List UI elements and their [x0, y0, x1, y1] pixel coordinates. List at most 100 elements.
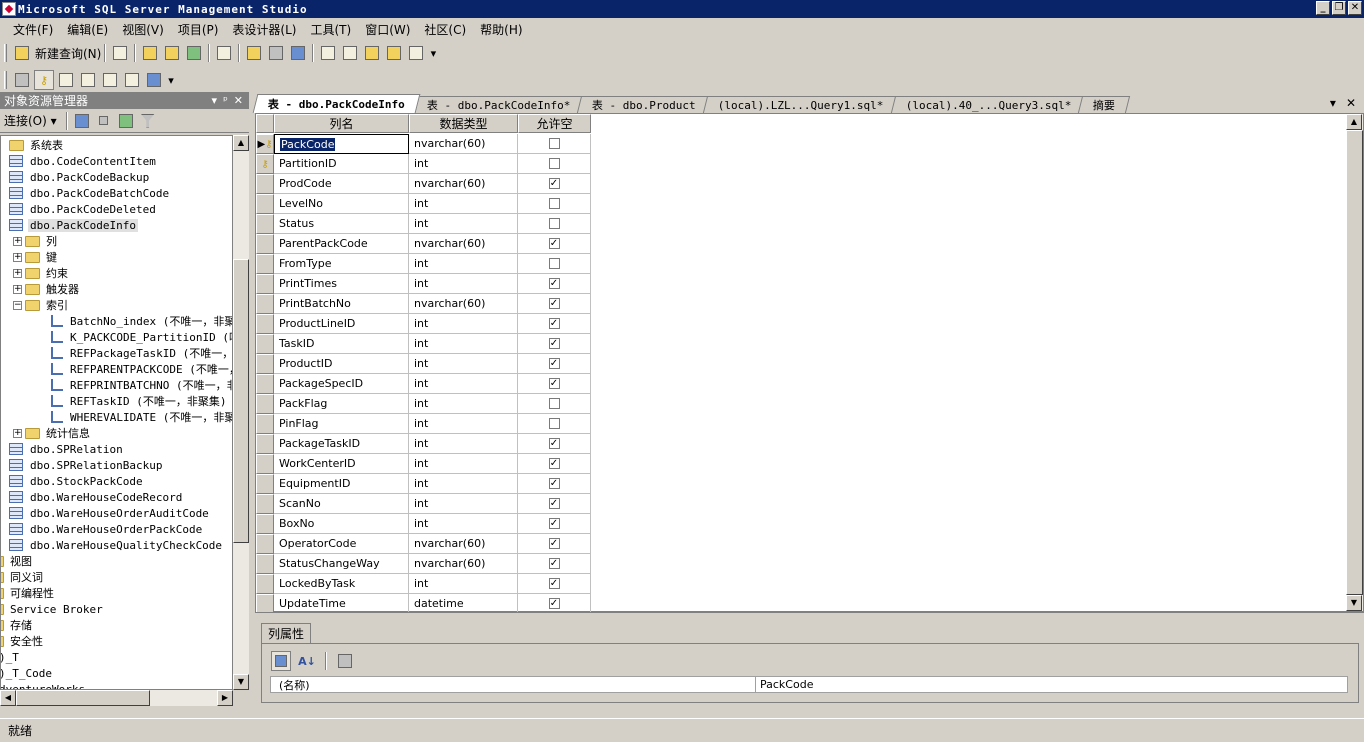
scroll-thumb[interactable]	[16, 690, 150, 706]
document-tab[interactable]: 表 - dbo.PackCodeInfo*	[411, 96, 586, 113]
tree-node[interactable]: dbo.SPRelationBackup	[9, 457, 164, 473]
tree-node[interactable]: 存储	[1, 617, 34, 633]
column-name-cell[interactable]: ParentPackCode	[274, 234, 409, 254]
row-selector[interactable]	[256, 534, 274, 554]
data-type-cell[interactable]: int	[409, 514, 518, 534]
tree-node[interactable]: dbo.SPRelation	[9, 441, 125, 457]
allow-nulls-checkbox[interactable]: ✓	[548, 538, 560, 549]
row-selector[interactable]	[256, 314, 274, 334]
property-value[interactable]: PackCode	[756, 677, 1347, 692]
tree-node[interactable]: Service Broker	[1, 601, 105, 617]
scroll-thumb[interactable]	[1346, 130, 1363, 595]
row-selector[interactable]	[256, 274, 274, 294]
data-type-cell[interactable]: nvarchar(60)	[409, 174, 518, 194]
column-name-cell[interactable]: PackageTaskID	[274, 434, 409, 454]
column-name-cell[interactable]: PinFlag	[274, 414, 409, 434]
data-type-cell[interactable]: int	[409, 394, 518, 414]
manage-xml-indexes-icon[interactable]	[122, 70, 142, 90]
column-name-cell[interactable]: BoxNo	[274, 514, 409, 534]
tree-node[interactable]: dbo.WareHouseOrderPackCode	[9, 521, 204, 537]
menu-item-5[interactable]: 工具(T)	[303, 21, 358, 38]
scroll-down-button[interactable]: ▼	[1346, 595, 1362, 611]
data-type-cell[interactable]: nvarchar(60)	[409, 294, 518, 314]
data-type-cell[interactable]: datetime	[409, 594, 518, 614]
row-selector[interactable]	[256, 474, 274, 494]
data-type-cell[interactable]: int	[409, 374, 518, 394]
column-name-cell[interactable]: ScanNo	[274, 494, 409, 514]
generate-change-script-icon[interactable]	[12, 70, 32, 90]
new-project-icon[interactable]	[214, 43, 234, 63]
registered-servers-icon[interactable]	[318, 43, 338, 63]
column-name-cell[interactable]: PrintTimes	[274, 274, 409, 294]
property-row[interactable]: (名称) PackCode	[270, 676, 1348, 693]
data-type-cell[interactable]: int	[409, 474, 518, 494]
document-tab[interactable]: (local).40_...Query3.sql*	[890, 96, 1087, 113]
document-tab[interactable]: 表 - dbo.PackCodeInfo	[252, 94, 421, 113]
disconnect-icon[interactable]	[72, 111, 92, 131]
tree-node[interactable]: 系统表	[9, 137, 65, 153]
row-selector[interactable]	[256, 574, 274, 594]
close-window-button[interactable]: ✕	[1348, 1, 1362, 15]
tree-node[interactable]: dbo.PackCodeDeleted	[9, 201, 158, 217]
tree-node[interactable]: dbo.PackCodeBatchCode	[9, 185, 171, 201]
allow-nulls-checkbox[interactable]	[548, 218, 560, 229]
categorized-icon[interactable]	[271, 651, 291, 671]
tree-node[interactable]: − 索引	[13, 297, 70, 313]
data-type-cell[interactable]: nvarchar(60)	[409, 234, 518, 254]
data-type-cell[interactable]: nvarchar(60)	[409, 554, 518, 574]
column-properties-tab[interactable]: 列属性	[261, 623, 312, 643]
column-name-cell[interactable]: ProductLineID	[274, 314, 409, 334]
primary-key-row-selector[interactable]: ▶⚷	[256, 134, 274, 154]
column-name-cell[interactable]: PrintBatchNo	[274, 294, 409, 314]
data-type-cell[interactable]: nvarchar(60)	[409, 534, 518, 554]
primary-key-row-selector[interactable]: ⚷	[256, 154, 274, 174]
toolbar-options-icon[interactable]: ▾	[166, 70, 176, 90]
check-constraints-icon[interactable]	[144, 70, 164, 90]
tree-node[interactable]: )_T_Code	[1, 665, 54, 681]
data-type-cell[interactable]: int	[409, 354, 518, 374]
close-document-icon[interactable]: ✕	[1346, 96, 1356, 110]
document-tab[interactable]: 摘要	[1078, 96, 1131, 113]
expand-icon[interactable]: +	[13, 252, 22, 262]
allow-nulls-checkbox[interactable]: ✓	[548, 378, 560, 389]
tree-node[interactable]: dbo.WareHouseCodeRecord	[9, 489, 184, 505]
toolbox-icon[interactable]	[406, 43, 426, 63]
allow-nulls-checkbox[interactable]: ✓	[548, 178, 560, 189]
restore-button[interactable]: ❐	[1332, 1, 1346, 15]
allow-nulls-checkbox[interactable]	[548, 198, 560, 209]
relationships-icon[interactable]	[56, 70, 76, 90]
expand-icon[interactable]: +	[13, 268, 22, 278]
tree-node[interactable]: REFTaskID (不唯一，非聚集)	[51, 393, 228, 409]
data-type-cell[interactable]: int	[409, 314, 518, 334]
row-selector[interactable]	[256, 234, 274, 254]
allow-nulls-checkbox[interactable]: ✓	[548, 598, 560, 609]
allow-nulls-checkbox[interactable]	[548, 258, 560, 269]
column-name-cell[interactable]: OperatorCode	[274, 534, 409, 554]
properties-window-icon[interactable]	[384, 43, 404, 63]
data-type-cell[interactable]: nvarchar(60)	[409, 134, 518, 154]
tree-node[interactable]: + 触发器	[13, 281, 81, 297]
scroll-right-button[interactable]: ▶	[217, 690, 233, 706]
filter-icon[interactable]	[138, 111, 158, 131]
row-selector[interactable]	[256, 454, 274, 474]
allow-nulls-checkbox[interactable]: ✓	[548, 318, 560, 329]
data-type-cell[interactable]: int	[409, 154, 518, 174]
allow-nulls-checkbox[interactable]	[548, 418, 560, 429]
column-name-cell[interactable]: PackFlag	[274, 394, 409, 414]
tree-node[interactable]: + 键	[13, 249, 59, 265]
allow-nulls-checkbox[interactable]: ✓	[548, 298, 560, 309]
new-query-button[interactable]: 新建查询(N)	[35, 45, 101, 62]
menu-item-1[interactable]: 编辑(E)	[60, 21, 115, 38]
tree-node[interactable]: 视图	[1, 553, 34, 569]
data-type-cell[interactable]: int	[409, 334, 518, 354]
tree-node[interactable]: dbo.WareHouseOrderAuditCode	[9, 505, 211, 521]
scroll-thumb[interactable]	[233, 259, 249, 543]
row-selector[interactable]	[256, 394, 274, 414]
object-explorer-icon[interactable]	[340, 43, 360, 63]
allow-nulls-checkbox[interactable]: ✓	[548, 498, 560, 509]
column-name-cell[interactable]: LockedByTask	[274, 574, 409, 594]
scroll-up-button[interactable]: ▲	[233, 135, 249, 151]
template-explorer-icon[interactable]	[362, 43, 382, 63]
active-files-dropdown-icon[interactable]: ▾	[1330, 96, 1336, 110]
dropdown-icon[interactable]: ▾	[212, 94, 218, 107]
